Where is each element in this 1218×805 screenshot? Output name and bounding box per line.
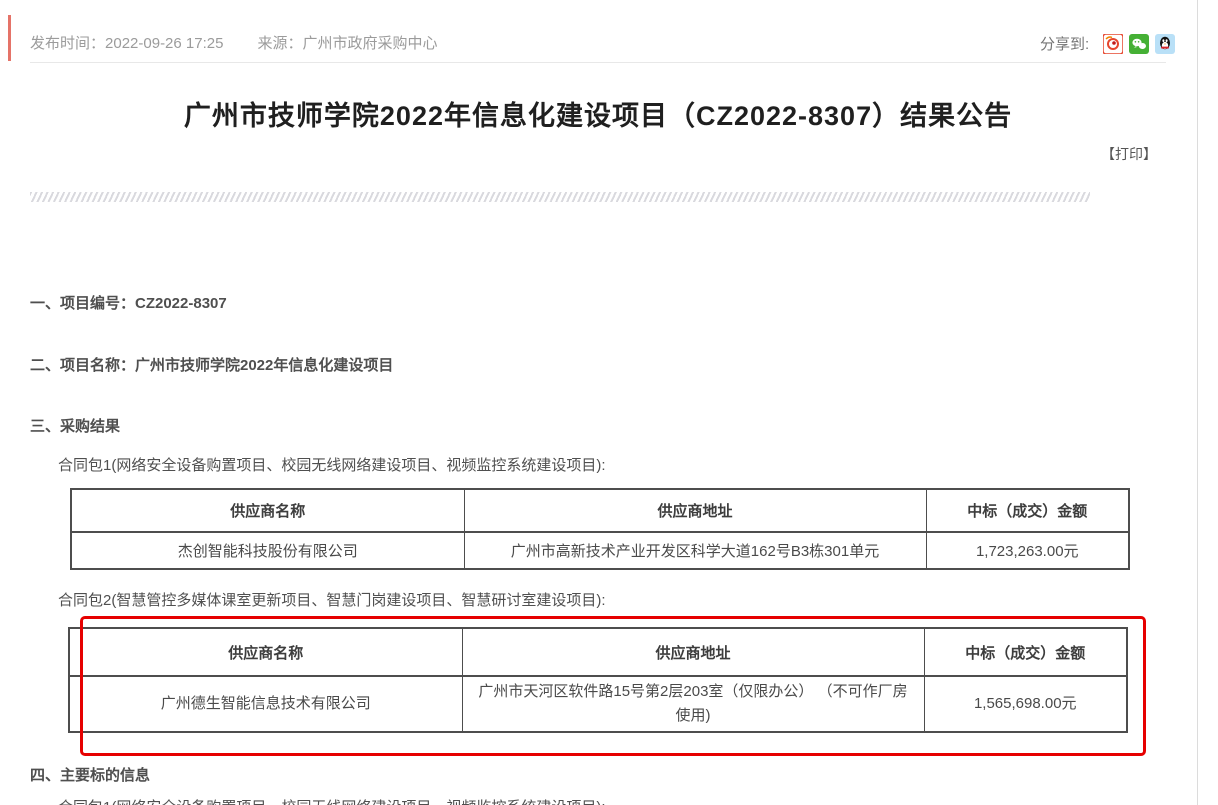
- page-right-divider: [1197, 0, 1198, 805]
- supplier-name-cell: 广州德生智能信息技术有限公司: [69, 676, 462, 732]
- contract-package-2-label: 合同包2(智慧管控多媒体课室更新项目、智慧门岗建设项目、智慧研讨室建设项目):: [58, 589, 606, 610]
- left-edge-red-marker: [8, 15, 11, 61]
- award-amount-cell: 1,565,698.00元: [924, 676, 1127, 732]
- qq-share-icon[interactable]: [1155, 34, 1175, 54]
- contract-package-1-label: 合同包1(网络安全设备购置项目、校园无线网络建设项目、视频监控系统建设项目):: [58, 454, 606, 475]
- hatched-separator: [30, 192, 1090, 202]
- table-row: 广州德生智能信息技术有限公司 广州市天河区软件路15号第2层203室（仅限办公）…: [69, 676, 1127, 732]
- publish-time-label: 发布时间：: [30, 35, 105, 52]
- publish-time-value: 2022-09-26 17:25: [105, 35, 223, 52]
- section-project-name: 二、项目名称：广州市技师学院2022年信息化建设项目: [30, 354, 393, 375]
- header-divider: [30, 62, 1166, 63]
- source-label: 来源：: [257, 35, 302, 52]
- header-award-amount: 中标（成交）金额: [926, 489, 1129, 532]
- source-value: 广州市政府采购中心: [302, 35, 437, 52]
- print-button[interactable]: 【打印】: [1101, 144, 1157, 164]
- share-bar: 分享到:: [1040, 33, 1175, 54]
- weibo-share-icon[interactable]: [1103, 34, 1123, 54]
- header-award-amount: 中标（成交）金额: [924, 628, 1127, 676]
- article-meta: 发布时间：2022-09-26 17:25 来源：广州市政府采购中心: [30, 32, 437, 53]
- header-supplier-address: 供应商地址: [462, 628, 924, 676]
- table-row: 杰创智能科技股份有限公司 广州市高新技术产业开发区科学大道162号B3栋301单…: [71, 532, 1129, 569]
- table-header-row: 供应商名称 供应商地址 中标（成交）金额: [71, 489, 1129, 532]
- result-table-package-2: 供应商名称 供应商地址 中标（成交）金额 广州德生智能信息技术有限公司 广州市天…: [68, 627, 1128, 733]
- header-supplier-name: 供应商名称: [69, 628, 462, 676]
- result-table-package-1: 供应商名称 供应商地址 中标（成交）金额 杰创智能科技股份有限公司 广州市高新技…: [70, 488, 1130, 570]
- section-project-number: 一、项目编号：CZ2022-8307: [30, 292, 227, 313]
- header-supplier-name: 供应商名称: [71, 489, 464, 532]
- table-header-row: 供应商名称 供应商地址 中标（成交）金额: [69, 628, 1127, 676]
- contract-package-1-label-bottom: 合同包1(网络安全设备购置项目、校园无线网络建设项目、视频监控系统建设项目):: [58, 796, 606, 805]
- announcement-page: 发布时间：2022-09-26 17:25 来源：广州市政府采购中心 分享到:: [0, 0, 1218, 805]
- section-procurement-result: 三、采购结果: [30, 415, 120, 436]
- wechat-share-icon[interactable]: [1129, 34, 1149, 54]
- share-label: 分享到:: [1040, 33, 1089, 54]
- supplier-address-cell: 广州市天河区软件路15号第2层203室（仅限办公） （不可作厂房使用): [462, 676, 924, 732]
- supplier-name-cell: 杰创智能科技股份有限公司: [71, 532, 464, 569]
- section-main-subject-info: 四、主要标的信息: [30, 764, 150, 785]
- header-supplier-address: 供应商地址: [464, 489, 926, 532]
- supplier-address-cell: 广州市高新技术产业开发区科学大道162号B3栋301单元: [464, 532, 926, 569]
- award-amount-cell: 1,723,263.00元: [926, 532, 1129, 569]
- page-title: 广州市技师学院2022年信息化建设项目（CZ2022-8307）结果公告: [30, 94, 1166, 133]
